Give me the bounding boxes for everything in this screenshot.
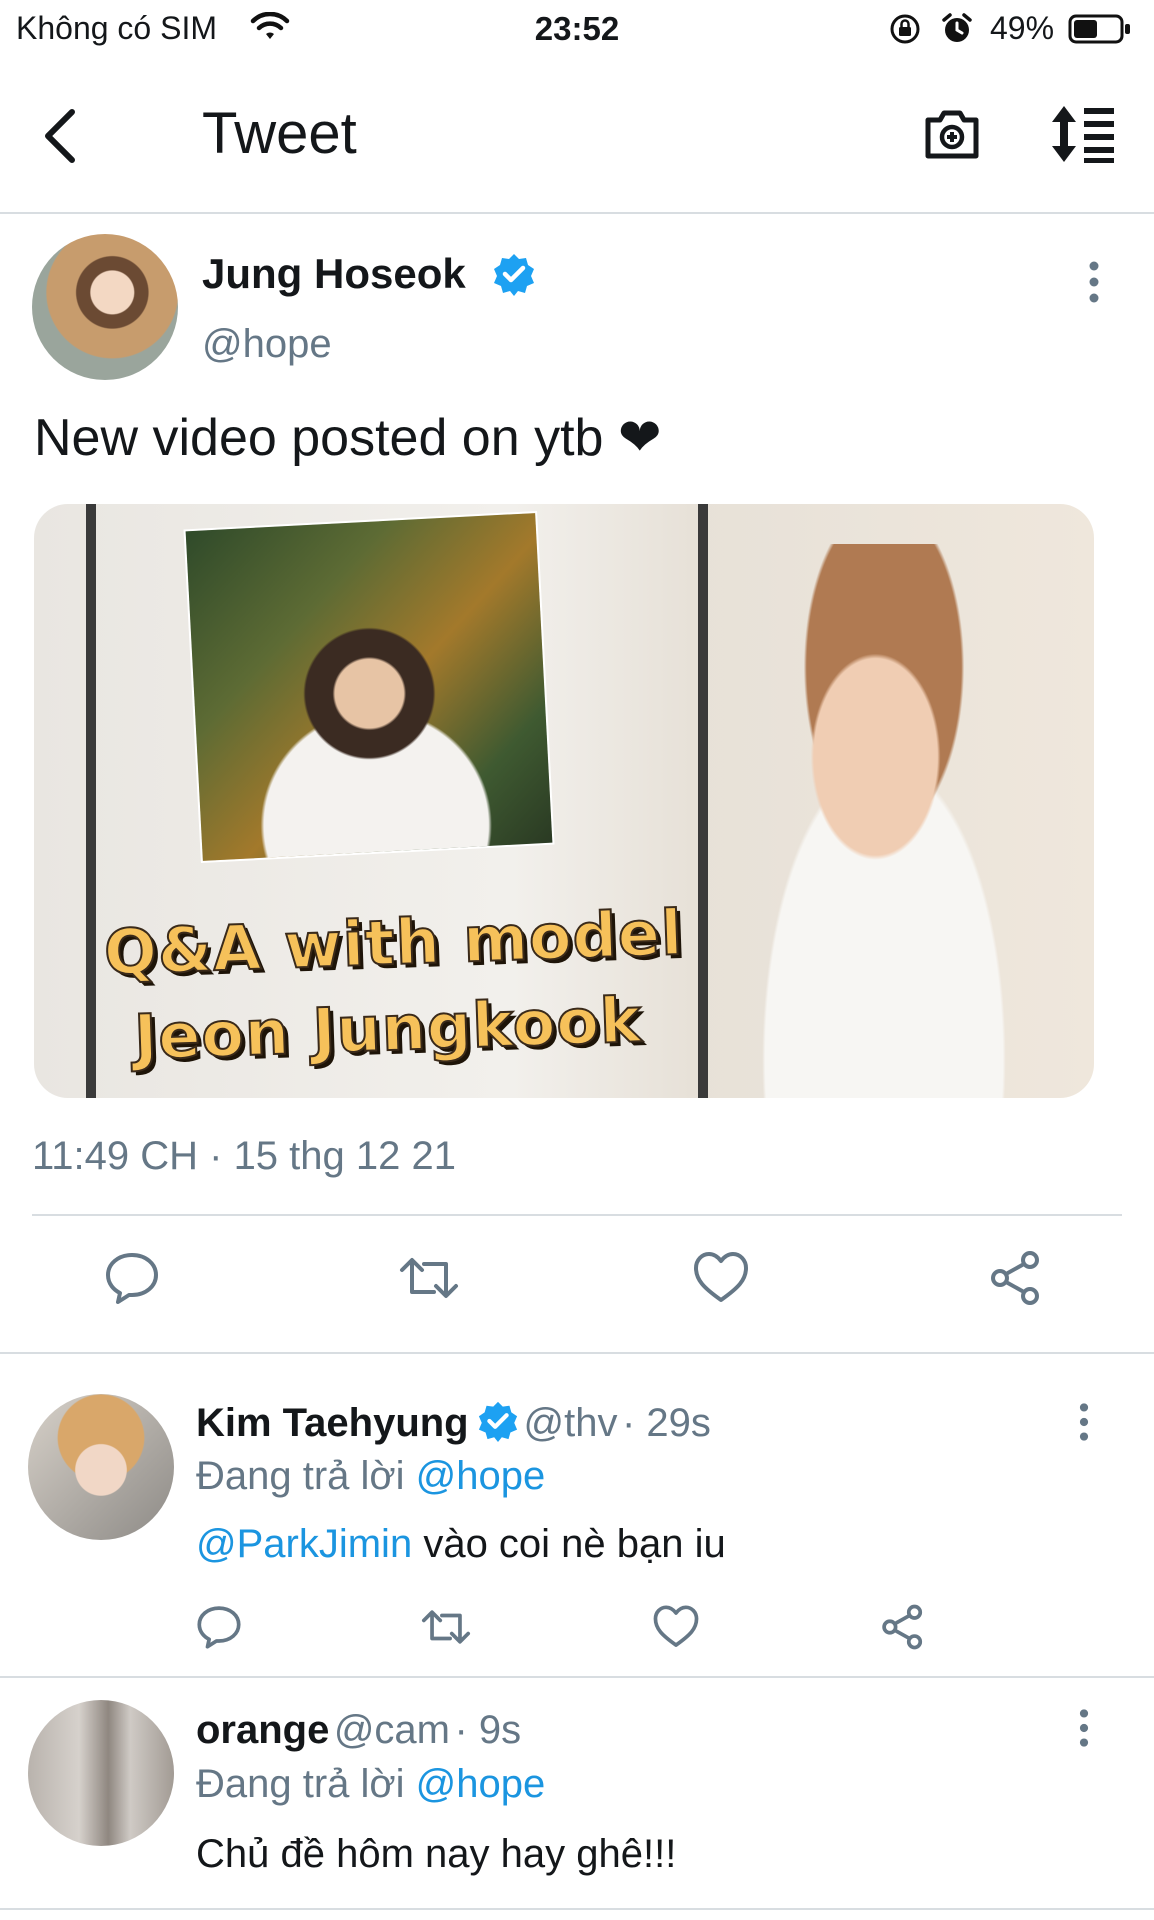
replying-to-label: Đang trả lời xyxy=(196,1454,416,1498)
battery-percent: 49% xyxy=(990,10,1055,46)
more-options-button[interactable] xyxy=(1084,260,1104,309)
reply-button[interactable] xyxy=(104,1250,160,1311)
share-icon xyxy=(882,1604,923,1650)
heart-icon xyxy=(694,1252,748,1302)
share-button[interactable] xyxy=(880,1604,926,1655)
reply-author-name[interactable]: Kim Taehyung xyxy=(196,1401,469,1445)
divider xyxy=(32,1214,1122,1216)
main-photo-subject xyxy=(674,544,1094,1098)
media-caption-line1: Q&A with model xyxy=(102,895,685,990)
separator-dot: · xyxy=(621,1401,647,1445)
status-bar: Không có SIM 23:52 49% xyxy=(0,0,1154,60)
replying-to: Đang trả lời @hope xyxy=(196,1454,545,1499)
reply-author-handle[interactable]: @thv xyxy=(524,1401,618,1445)
heart-icon xyxy=(653,1605,699,1647)
more-options-button[interactable] xyxy=(1074,1402,1094,1447)
author-avatar[interactable] xyxy=(32,234,178,380)
replying-to: Đang trả lời @hope xyxy=(196,1762,545,1807)
alarm-icon xyxy=(940,12,974,51)
reply-age: 29s xyxy=(646,1401,711,1445)
retweet-button[interactable] xyxy=(420,1604,472,1655)
reply-header: Kim Taehyung @thv · 29s xyxy=(196,1400,711,1447)
like-button[interactable] xyxy=(692,1250,750,1311)
battery-icon xyxy=(1068,14,1132,49)
divider xyxy=(0,1676,1154,1678)
more-options-button[interactable] xyxy=(1074,1708,1094,1753)
reply-actions xyxy=(0,1604,1154,1654)
replying-to-mention[interactable]: @hope xyxy=(416,1454,546,1498)
nav-bar: Tweet xyxy=(0,60,1154,214)
tweet-text: New video posted on ytb ❤ xyxy=(34,409,662,467)
page-title: Tweet xyxy=(202,101,357,166)
reply-age: 9s xyxy=(478,1708,522,1752)
author-name[interactable]: Jung Hoseok xyxy=(202,250,466,298)
comment-icon xyxy=(197,1606,241,1649)
reply-author-name[interactable]: orange xyxy=(196,1708,329,1752)
sort-icon xyxy=(1052,106,1114,163)
retweet-button[interactable] xyxy=(398,1250,460,1311)
reply-author-handle[interactable]: @cam xyxy=(334,1708,450,1752)
share-button[interactable] xyxy=(988,1250,1044,1311)
verified-badge-icon xyxy=(477,1400,519,1447)
reply-avatar[interactable] xyxy=(28,1394,174,1540)
divider xyxy=(0,1908,1154,1910)
author-handle[interactable]: @hope xyxy=(202,322,332,367)
reply-text: @ParkJimin vào coi nè bạn iu xyxy=(196,1522,726,1567)
inset-photo xyxy=(185,513,553,861)
back-button[interactable] xyxy=(36,104,86,168)
tweet-actions xyxy=(0,1250,1154,1320)
share-icon xyxy=(991,1251,1039,1305)
clock: 23:52 xyxy=(534,10,620,47)
more-vertical-icon xyxy=(1079,1403,1089,1441)
reply-avatar[interactable] xyxy=(28,1700,174,1846)
chevron-left-icon xyxy=(45,109,75,163)
more-vertical-icon xyxy=(1089,261,1099,303)
reply-header: orange @cam · 9s xyxy=(196,1708,521,1753)
sort-button[interactable] xyxy=(1048,104,1118,169)
reply-body: vào coi nè bạn iu xyxy=(412,1522,726,1566)
retweet-icon xyxy=(400,1258,458,1298)
more-vertical-icon xyxy=(1079,1709,1089,1747)
orientation-lock-icon xyxy=(888,12,922,51)
tweet-timestamp: 11:49 CH · 15 thg 12 21 xyxy=(32,1134,456,1178)
replying-to-label: Đang trả lời xyxy=(196,1762,416,1806)
comment-icon xyxy=(106,1253,158,1304)
camera-plus-icon xyxy=(925,110,979,159)
reply-text: Chủ đề hôm nay hay ghê!!! xyxy=(196,1832,677,1876)
tweet-media-image[interactable]: Q&A with model Jeon Jungkook xyxy=(34,504,1094,1098)
whiteboard-frame xyxy=(86,504,96,1098)
camera-button[interactable] xyxy=(922,104,982,169)
reply-button[interactable] xyxy=(196,1604,242,1655)
retweet-icon xyxy=(421,1610,471,1644)
media-caption-line2: Jeon Jungkook xyxy=(132,982,644,1075)
reply-mention[interactable]: @ParkJimin xyxy=(196,1522,412,1566)
verified-badge-icon xyxy=(492,252,536,301)
replying-to-mention[interactable]: @hope xyxy=(416,1762,546,1806)
divider xyxy=(0,1352,1154,1354)
like-button[interactable] xyxy=(652,1604,700,1655)
separator-dot: · xyxy=(454,1708,479,1752)
